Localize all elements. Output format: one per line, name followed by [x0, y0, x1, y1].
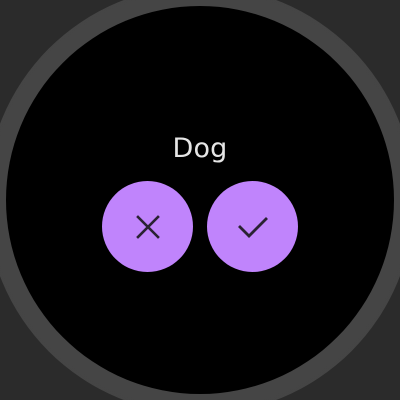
check-icon — [237, 213, 269, 241]
cancel-button[interactable] — [102, 181, 193, 272]
watch-face — [6, 6, 394, 394]
confirm-button[interactable] — [207, 181, 298, 272]
watch-screen: Dog — [0, 0, 400, 400]
dialog-title: Dog — [172, 133, 228, 164]
close-icon — [134, 213, 162, 241]
